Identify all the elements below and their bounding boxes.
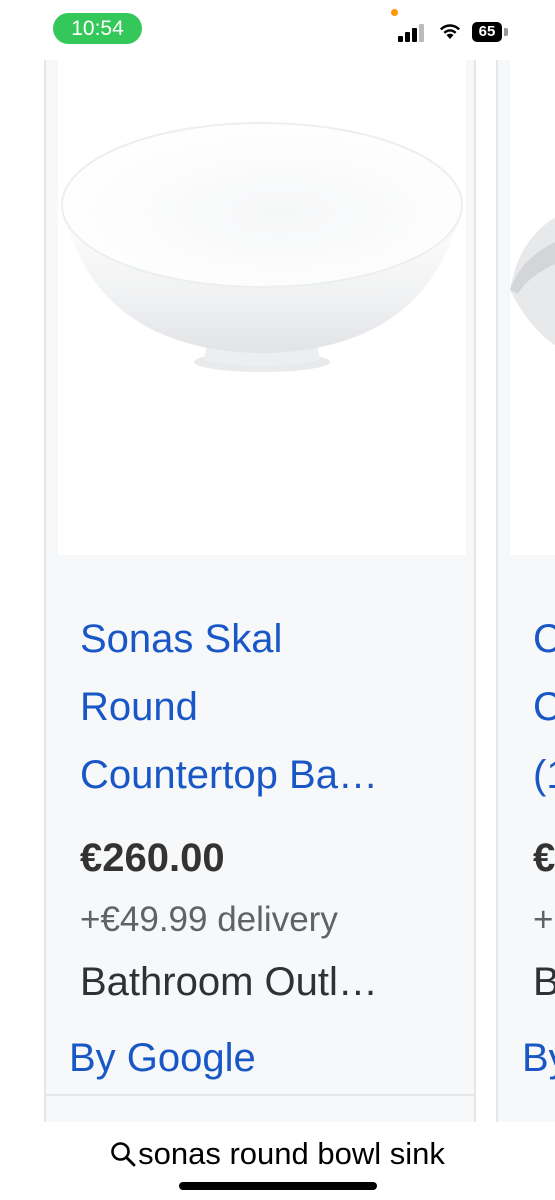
card-footer (46, 1094, 474, 1122)
store-name: Bathroom Outl… (80, 960, 378, 1004)
next-delivery: + (533, 900, 554, 939)
product-price: €260.00 (80, 836, 225, 880)
product-card[interactable]: Sonas Skal Round Countertop Ba… €260.00 … (44, 60, 476, 1122)
next-price: € (533, 836, 555, 880)
product-image[interactable] (58, 60, 466, 555)
bottom-search-bar[interactable]: sonas round bowl sink (0, 1122, 555, 1200)
cellular-signal-icon (398, 24, 424, 42)
next-product-image[interactable] (510, 60, 555, 555)
search-query-text: sonas round bowl sink (138, 1136, 445, 1171)
wifi-icon (440, 24, 460, 39)
next-product-card[interactable]: C C (1 € + B By (496, 60, 555, 1122)
product-title-line-3: Countertop Ba… (80, 753, 378, 797)
delivery-cost: +€49.99 delivery (80, 900, 338, 939)
bowl-sink-image (61, 122, 463, 372)
status-time: 10:54 (53, 13, 142, 44)
product-title-line-1: Sonas Skal (80, 617, 283, 661)
next-title-line-3[interactable]: (1 (533, 741, 555, 809)
next-bowl-image (510, 217, 555, 346)
by-google-link[interactable]: By Google (69, 1036, 256, 1081)
product-title-link[interactable]: Sonas Skal Round Countertop Ba… (80, 605, 450, 809)
battery-cap (504, 28, 508, 36)
battery-icon: 65 (472, 22, 502, 42)
search-icon (111, 1142, 136, 1167)
home-indicator[interactable] (179, 1182, 377, 1190)
next-title-line-2[interactable]: C (533, 673, 555, 741)
product-title-line-2: Round (80, 685, 198, 729)
status-bar: 10:54 65 (0, 0, 555, 60)
search-query-row[interactable]: sonas round bowl sink (0, 1136, 555, 1172)
next-title-line-1[interactable]: C (533, 605, 555, 673)
next-by-google-link[interactable]: By (522, 1036, 555, 1081)
next-store: B (533, 960, 555, 1005)
privacy-indicator-dot (391, 9, 398, 16)
